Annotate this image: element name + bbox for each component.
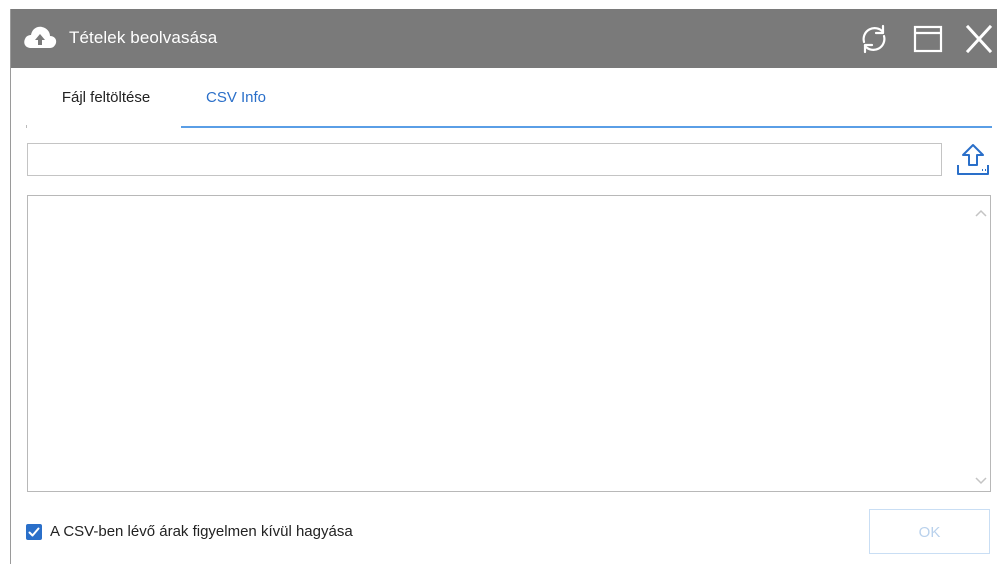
file-path-input[interactable] <box>27 143 942 176</box>
chevron-down-icon[interactable] <box>975 472 987 490</box>
tab-divider <box>26 125 27 128</box>
refresh-icon[interactable] <box>857 23 891 60</box>
tab-csv-info[interactable]: CSV Info <box>181 68 291 128</box>
title-bar[interactable]: Tételek beolvasása <box>11 9 997 68</box>
vertical-scrollbar[interactable] <box>973 196 990 491</box>
ignore-prices-label[interactable]: A CSV-ben lévő árak figyelmen kívül hagy… <box>50 523 353 540</box>
import-items-window: Tételek beolvasása Fájl feltöltése CSV I <box>10 9 997 564</box>
ignore-prices-checkbox[interactable] <box>26 524 42 540</box>
tab-bar: Fájl feltöltése CSV Info <box>11 68 997 128</box>
ok-button[interactable]: OK <box>869 509 990 554</box>
cloud-upload-icon <box>22 21 58 60</box>
active-tab-underline <box>181 126 992 128</box>
maximize-icon[interactable] <box>911 23 945 60</box>
tab-file-upload[interactable]: Fájl feltöltése <box>31 68 181 128</box>
csv-text-area-container <box>27 195 991 492</box>
csv-text-area[interactable] <box>28 196 972 491</box>
close-icon[interactable] <box>963 23 995 60</box>
upload-icon[interactable] <box>954 141 992 184</box>
window-title: Tételek beolvasása <box>69 28 218 47</box>
chevron-up-icon[interactable] <box>975 204 987 222</box>
